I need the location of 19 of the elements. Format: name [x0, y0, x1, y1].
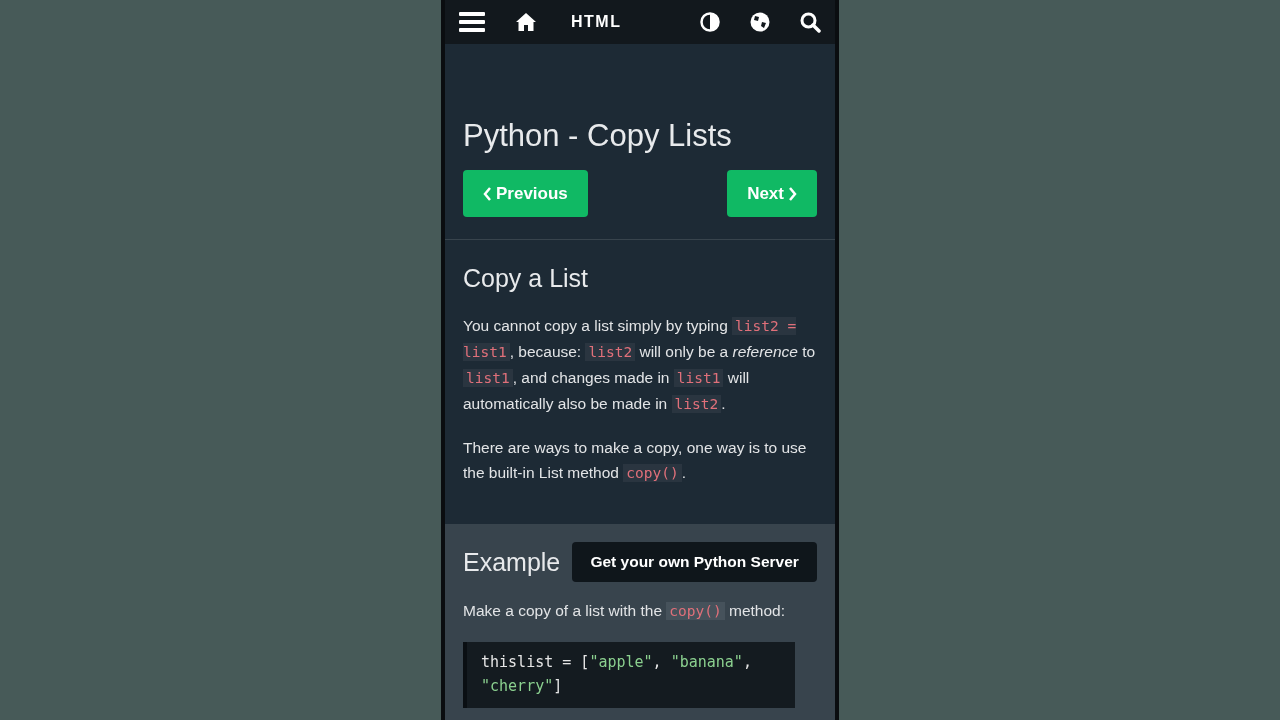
brand-link[interactable]: HTML [571, 13, 622, 31]
page-title: Python - Copy Lists [463, 117, 733, 155]
search-button[interactable] [800, 11, 821, 33]
chevron-right-icon [788, 186, 797, 201]
theme-toggle-button[interactable] [700, 12, 720, 32]
paragraph: There are ways to make a copy, one way is to use the built-in List method copy() . [463, 438, 808, 484]
section-heading: Copy a List [463, 264, 590, 293]
contrast-icon [700, 12, 720, 32]
home-icon [515, 12, 537, 32]
search-icon [800, 11, 821, 33]
paragraph: You cannot copy a list simply by typing list2 = list1 , because: list2 will only be a reference to list1 , and changes made in list1 will automatically also be made in list2 . [463, 316, 817, 415]
example-heading: Example [463, 547, 561, 577]
chevron-left-icon [483, 186, 492, 201]
menu-icon [459, 11, 485, 33]
menu-button[interactable] [459, 11, 485, 33]
paragraph: Make a copy of a list with the copy() method: [463, 601, 787, 622]
home-button[interactable] [515, 12, 537, 32]
code-block: thislist = ["apple", "banana", "cherry"] [463, 642, 795, 708]
server-button[interactable]: Get your own Python Server [572, 542, 817, 582]
